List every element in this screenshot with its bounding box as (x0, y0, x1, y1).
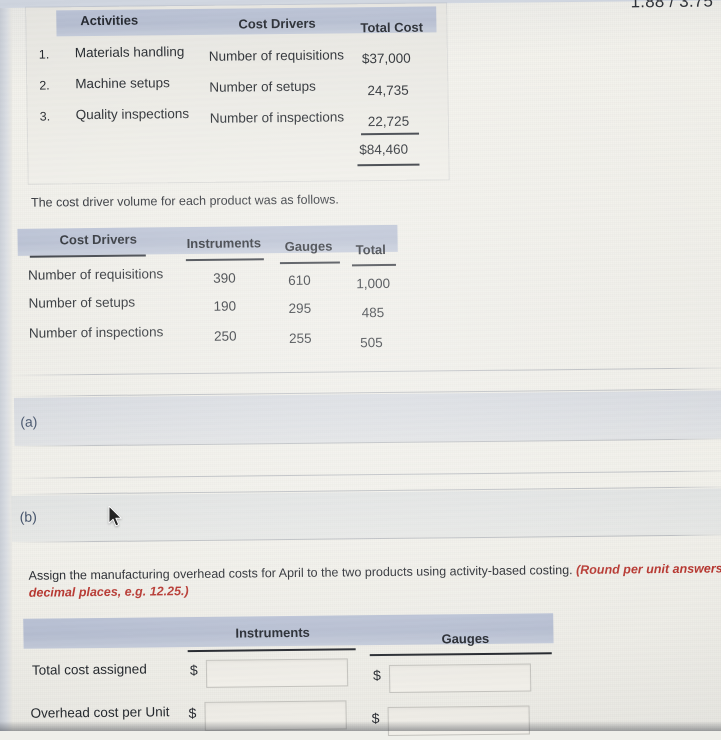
instruction-emphasis-1: (Round per unit answers to (575, 561, 721, 577)
volume-row-gauges: 255 (288, 330, 312, 346)
volume-row-instruments: 390 (213, 270, 236, 286)
volume-row-driver: Number of requisitions (27, 266, 164, 283)
volume-row-gauges: 610 (288, 272, 311, 288)
volume-row-total: 485 (361, 304, 385, 321)
assign-header-gauges: Gauges (441, 630, 490, 647)
volume-header-rule (279, 261, 340, 264)
volume-header-gauges: Gauges (284, 238, 333, 255)
volume-header-rule (351, 263, 396, 266)
total-cost-assigned-instruments-input[interactable] (205, 658, 349, 688)
answer-section-a-band[interactable] (13, 390, 721, 446)
assign-header-instruments: Instruments (235, 624, 310, 641)
volume-row-total: 505 (360, 335, 383, 351)
volume-row-gauges: 295 (288, 300, 312, 316)
instruction-emphasis-2: decimal places, e.g. 12.25.) (28, 584, 189, 600)
volume-header-rule (185, 258, 264, 261)
bottom-edge-shadow (0, 721, 721, 731)
volume-row-driver: Number of setups (28, 294, 136, 311)
volume-row-instruments: 250 (213, 328, 237, 344)
volume-header-instruments: Instruments (186, 235, 262, 252)
assign-row-dollar-instruments: $ (188, 704, 197, 722)
assign-row-dollar-gauges: $ (372, 667, 381, 684)
volume-header-total: Total (355, 241, 386, 258)
assign-row-dollar-instruments: $ (189, 661, 198, 679)
content-root: 1.88 / 3.75 Activities Cost Drivers Tota… (0, 0, 721, 736)
volume-header-rule (29, 254, 146, 258)
assign-row-label: Overhead cost per Unit (30, 704, 170, 721)
volume-row-driver: Number of inspections (28, 324, 164, 341)
mouse-pointer-icon (108, 505, 124, 528)
volume-header-cost-drivers: Cost Drivers (59, 231, 137, 248)
answer-label-a: (a) (20, 413, 38, 430)
instruction-line-2: decimal places, e.g. 12.25.) (29, 584, 189, 600)
total-cost-assigned-gauges-input[interactable] (388, 663, 532, 693)
volume-row-total: 1,000 (356, 275, 391, 292)
volume-row-instruments: 190 (213, 298, 237, 314)
assign-row-label: Total cost assigned (31, 661, 147, 678)
answer-label-b: (b) (19, 508, 37, 525)
